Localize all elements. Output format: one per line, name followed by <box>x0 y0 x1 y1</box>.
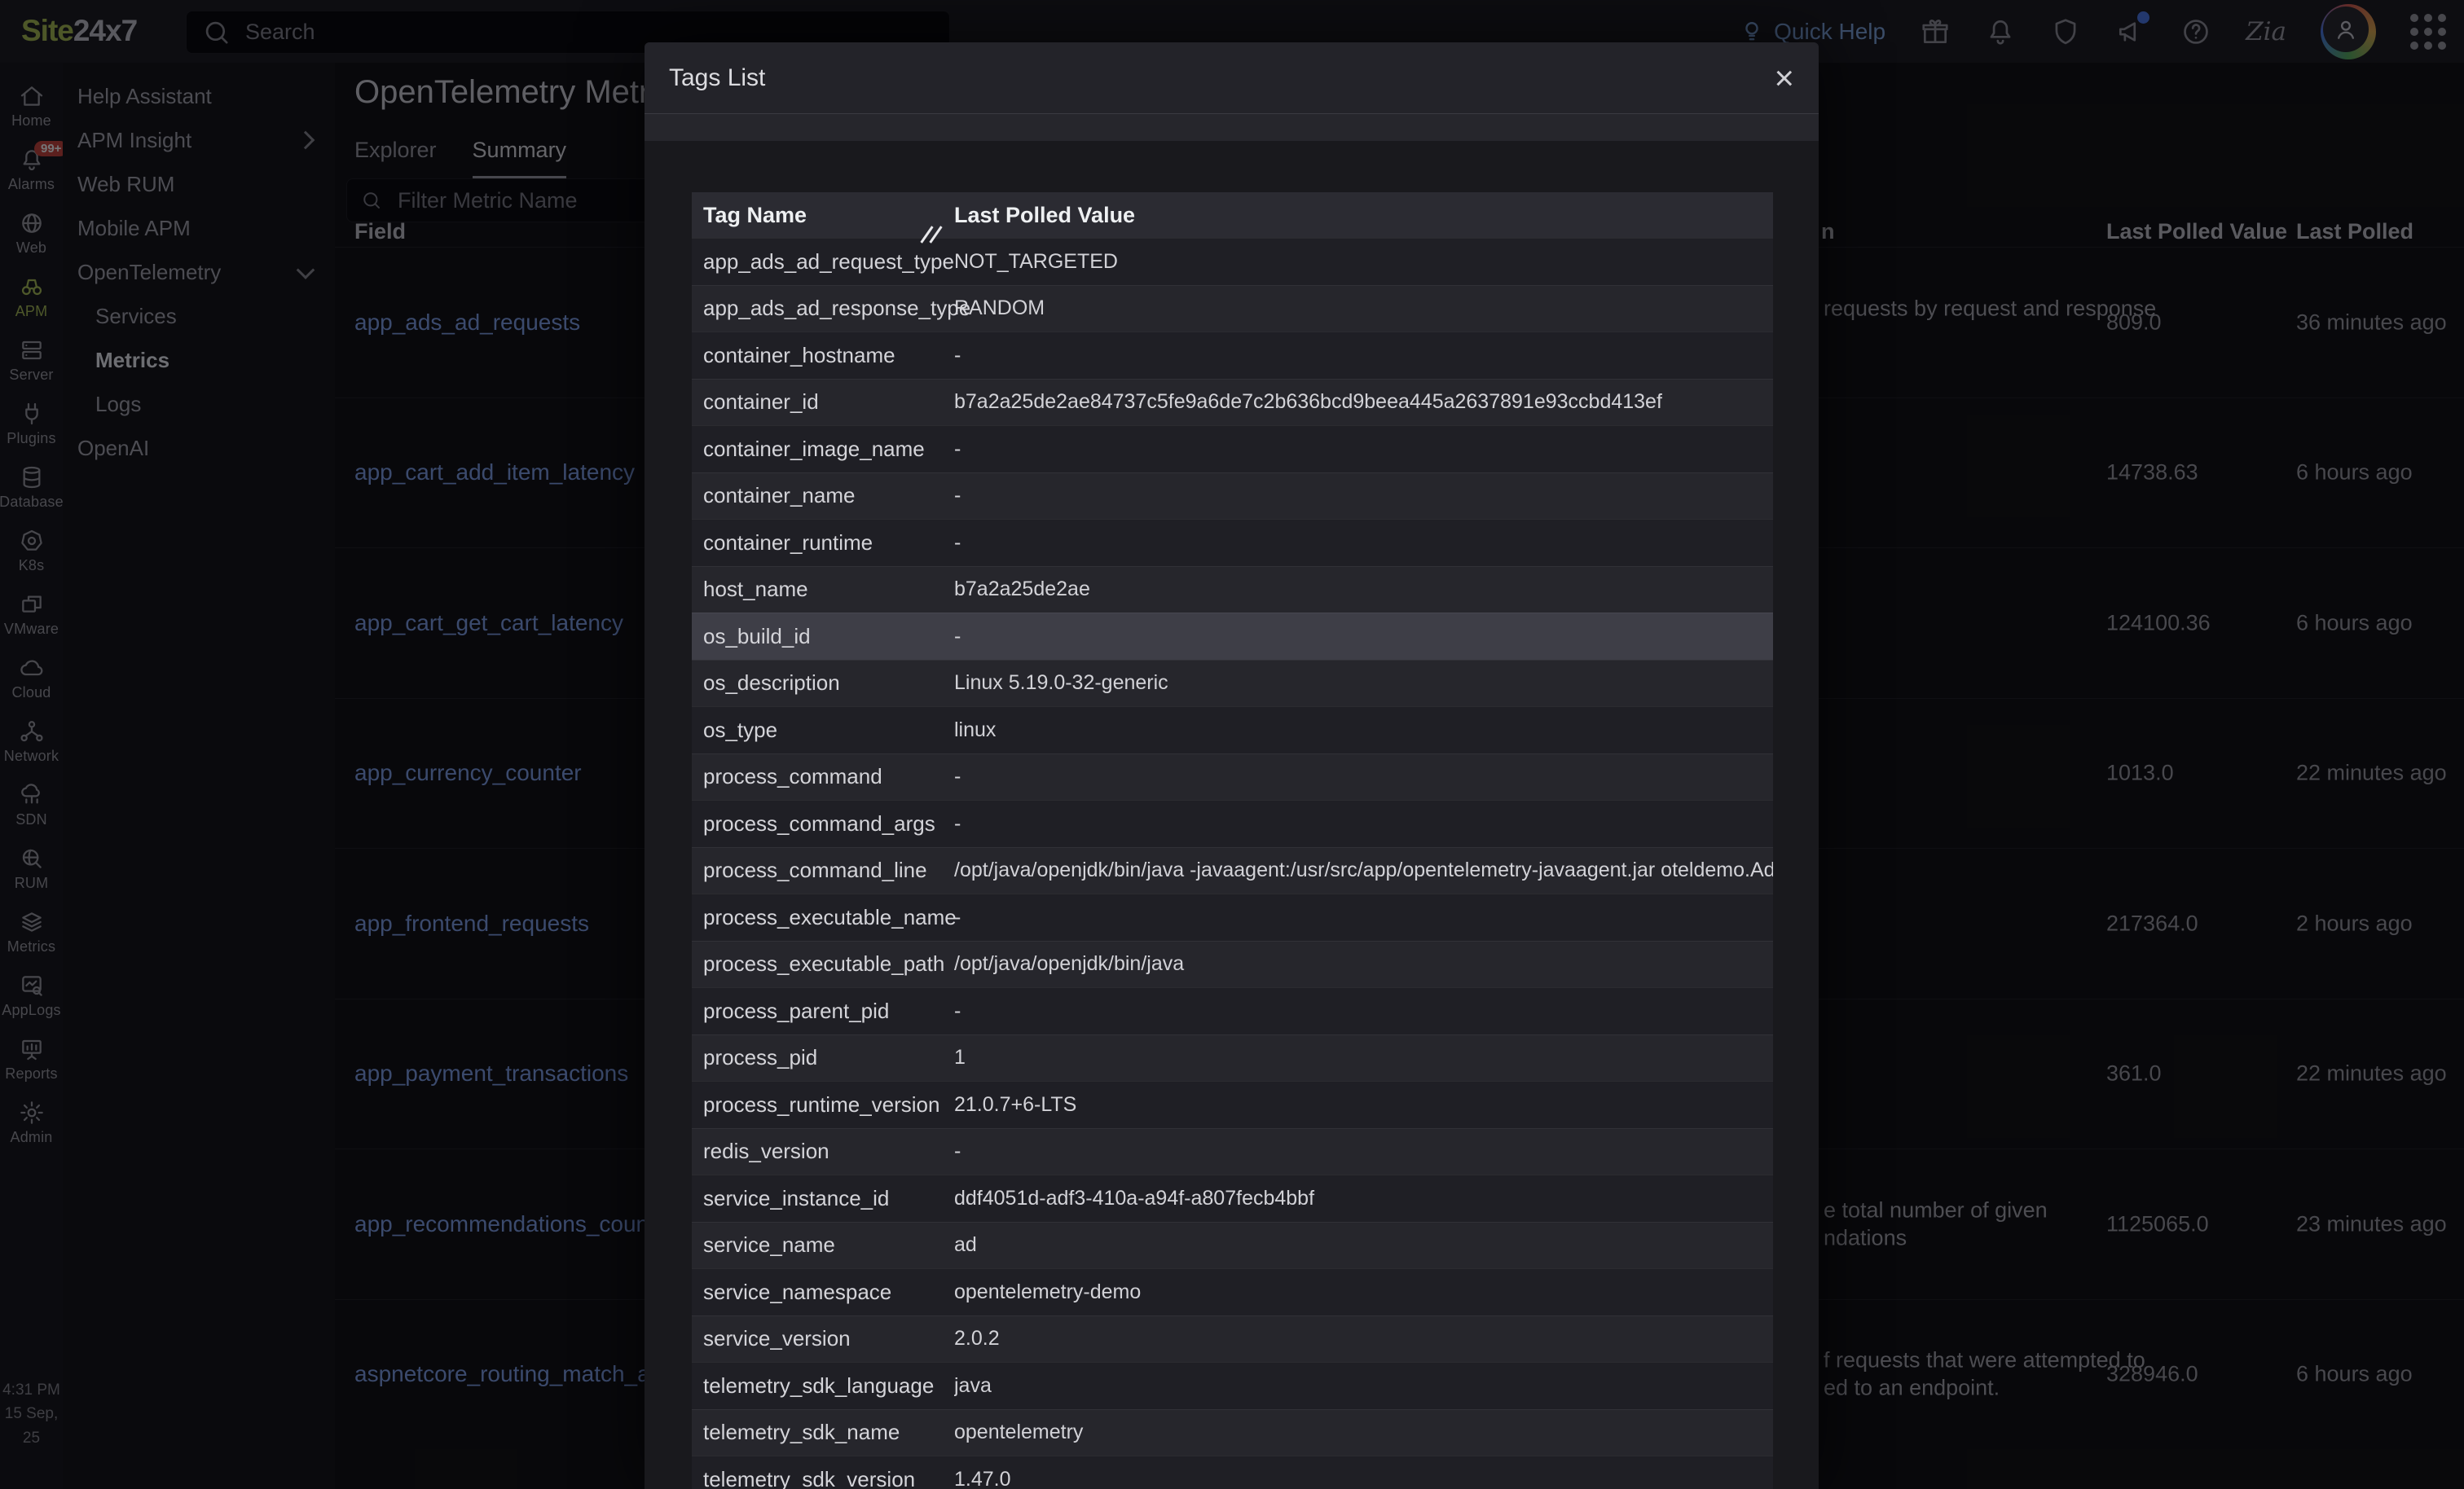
tag-last-polled-value: linux <box>954 718 1773 742</box>
tags-table-body: app_ads_ad_request_type NOT_TARGETED app… <box>692 238 1773 1489</box>
tag-name: app_ads_ad_request_type <box>692 249 954 275</box>
tag-name: redis_version <box>692 1139 954 1164</box>
tag-name: telemetry_sdk_name <box>692 1420 954 1445</box>
tag-row[interactable]: process_command_line /opt/java/openjdk/b… <box>692 847 1773 894</box>
tag-name: container_id <box>692 389 954 415</box>
tag-last-polled-value: ad <box>954 1233 1773 1257</box>
tag-last-polled-value: ddf4051d-adf3-410a-a94f-a807fecb4bbf <box>954 1187 1773 1210</box>
tag-name: host_name <box>692 577 954 602</box>
tag-row[interactable]: host_name b7a2a25de2ae <box>692 566 1773 613</box>
tag-last-polled-value: - <box>954 344 1773 367</box>
tag-last-polled-value: - <box>954 437 1773 461</box>
tag-row[interactable]: telemetry_sdk_language java <box>692 1362 1773 1409</box>
tag-name: process_executable_path <box>692 951 954 977</box>
tag-name: process_runtime_version <box>692 1092 954 1118</box>
tags-table-header: Tag Name Last Polled Value <box>692 192 1773 238</box>
tag-row[interactable]: process_executable_name - <box>692 894 1773 941</box>
tag-row[interactable]: service_name ad <box>692 1222 1773 1269</box>
tag-last-polled-value: b7a2a25de2ae <box>954 578 1773 601</box>
tag-name: process_command_line <box>692 858 954 883</box>
modal-toolbar-band <box>645 114 1819 141</box>
tag-last-polled-value: opentelemetry <box>954 1421 1773 1444</box>
tag-row[interactable]: container_id b7a2a25de2ae84737c5fe9a6de7… <box>692 379 1773 426</box>
tag-last-polled-value: /opt/java/openjdk/bin/java <box>954 952 1773 976</box>
tag-last-polled-value: /opt/java/openjdk/bin/java -javaagent:/u… <box>954 859 1773 882</box>
tag-row[interactable]: process_parent_pid - <box>692 987 1773 1034</box>
tag-last-polled-value: - <box>954 484 1773 507</box>
tag-name: telemetry_sdk_version <box>692 1467 954 1489</box>
tag-name: os_description <box>692 670 954 696</box>
tag-row[interactable]: service_version 2.0.2 <box>692 1316 1773 1363</box>
tag-last-polled-value: 21.0.7+6-LTS <box>954 1093 1773 1117</box>
tag-name: process_executable_name <box>692 905 954 930</box>
tag-row[interactable]: app_ads_ad_response_type RANDOM <box>692 285 1773 332</box>
tag-row[interactable]: os_type linux <box>692 706 1773 753</box>
tag-name: container_hostname <box>692 343 954 368</box>
tag-name: os_type <box>692 718 954 743</box>
tag-row[interactable]: app_ads_ad_request_type NOT_TARGETED <box>692 238 1773 285</box>
tag-row[interactable]: container_image_name - <box>692 425 1773 472</box>
tag-row[interactable]: os_build_id - <box>692 613 1773 660</box>
tag-row[interactable]: redis_version - <box>692 1128 1773 1175</box>
tag-row[interactable]: process_executable_path /opt/java/openjd… <box>692 941 1773 988</box>
modal-title: Tags List <box>669 64 765 92</box>
tag-last-polled-value: - <box>954 625 1773 648</box>
tag-row[interactable]: service_namespace opentelemetry-demo <box>692 1268 1773 1316</box>
tag-name: container_image_name <box>692 437 954 462</box>
tag-row[interactable]: process_pid 1 <box>692 1034 1773 1082</box>
col-tag-name[interactable]: Tag Name <box>692 203 954 228</box>
tag-row[interactable]: telemetry_sdk_name opentelemetry <box>692 1409 1773 1456</box>
tag-name: container_name <box>692 483 954 508</box>
tag-last-polled-value: - <box>954 812 1773 836</box>
site24x7-app: Site24x7 Quick Help Zia <box>0 0 2464 1489</box>
tag-row[interactable]: os_description Linux 5.19.0-32-generic <box>692 660 1773 707</box>
tag-last-polled-value: 1.47.0 <box>954 1468 1773 1489</box>
tag-last-polled-value: RANDOM <box>954 296 1773 320</box>
col-last-polled-value[interactable]: Last Polled Value <box>954 203 1773 228</box>
tag-name: app_ads_ad_response_type <box>692 296 954 321</box>
tag-name: service_namespace <box>692 1280 954 1305</box>
tag-last-polled-value: - <box>954 765 1773 788</box>
tag-row[interactable]: container_hostname - <box>692 332 1773 379</box>
column-resize-cursor <box>917 223 944 248</box>
tag-last-polled-value: - <box>954 999 1773 1023</box>
tag-last-polled-value: - <box>954 531 1773 555</box>
tag-row[interactable]: process_command_args - <box>692 800 1773 847</box>
tag-row[interactable]: telemetry_sdk_version 1.47.0 <box>692 1456 1773 1489</box>
tag-row[interactable]: process_command - <box>692 753 1773 801</box>
tag-name: container_runtime <box>692 530 954 556</box>
tags-list-modal: Tags List × Tag Name Last Polled Value a… <box>645 42 1819 1489</box>
tag-name: service_instance_id <box>692 1186 954 1211</box>
tag-name: process_pid <box>692 1045 954 1070</box>
tag-last-polled-value: opentelemetry-demo <box>954 1280 1773 1304</box>
tag-last-polled-value: java <box>954 1374 1773 1398</box>
tag-name: os_build_id <box>692 624 954 649</box>
tag-row[interactable]: service_instance_id ddf4051d-adf3-410a-a… <box>692 1175 1773 1222</box>
tag-last-polled-value: Linux 5.19.0-32-generic <box>954 671 1773 695</box>
tag-row[interactable]: container_name - <box>692 472 1773 520</box>
tag-row[interactable]: container_runtime - <box>692 519 1773 566</box>
tag-last-polled-value: NOT_TARGETED <box>954 250 1773 274</box>
tag-last-polled-value: - <box>954 906 1773 929</box>
close-icon[interactable]: × <box>1774 61 1794 95</box>
tag-last-polled-value: b7a2a25de2ae84737c5fe9a6de7c2b636bcd9bee… <box>954 390 1773 414</box>
tag-row[interactable]: process_runtime_version 21.0.7+6-LTS <box>692 1081 1773 1128</box>
tag-last-polled-value: 1 <box>954 1046 1773 1070</box>
tags-table: Tag Name Last Polled Value app_ads_ad_re… <box>692 192 1773 1489</box>
tag-name: process_parent_pid <box>692 999 954 1024</box>
tag-last-polled-value: 2.0.2 <box>954 1327 1773 1351</box>
tag-name: process_command_args <box>692 811 954 837</box>
tag-name: service_name <box>692 1232 954 1258</box>
tag-name: service_version <box>692 1326 954 1351</box>
tag-last-polled-value: - <box>954 1140 1773 1163</box>
tag-name: telemetry_sdk_language <box>692 1373 954 1399</box>
modal-header: Tags List × <box>645 42 1819 114</box>
tag-name: process_command <box>692 764 954 789</box>
